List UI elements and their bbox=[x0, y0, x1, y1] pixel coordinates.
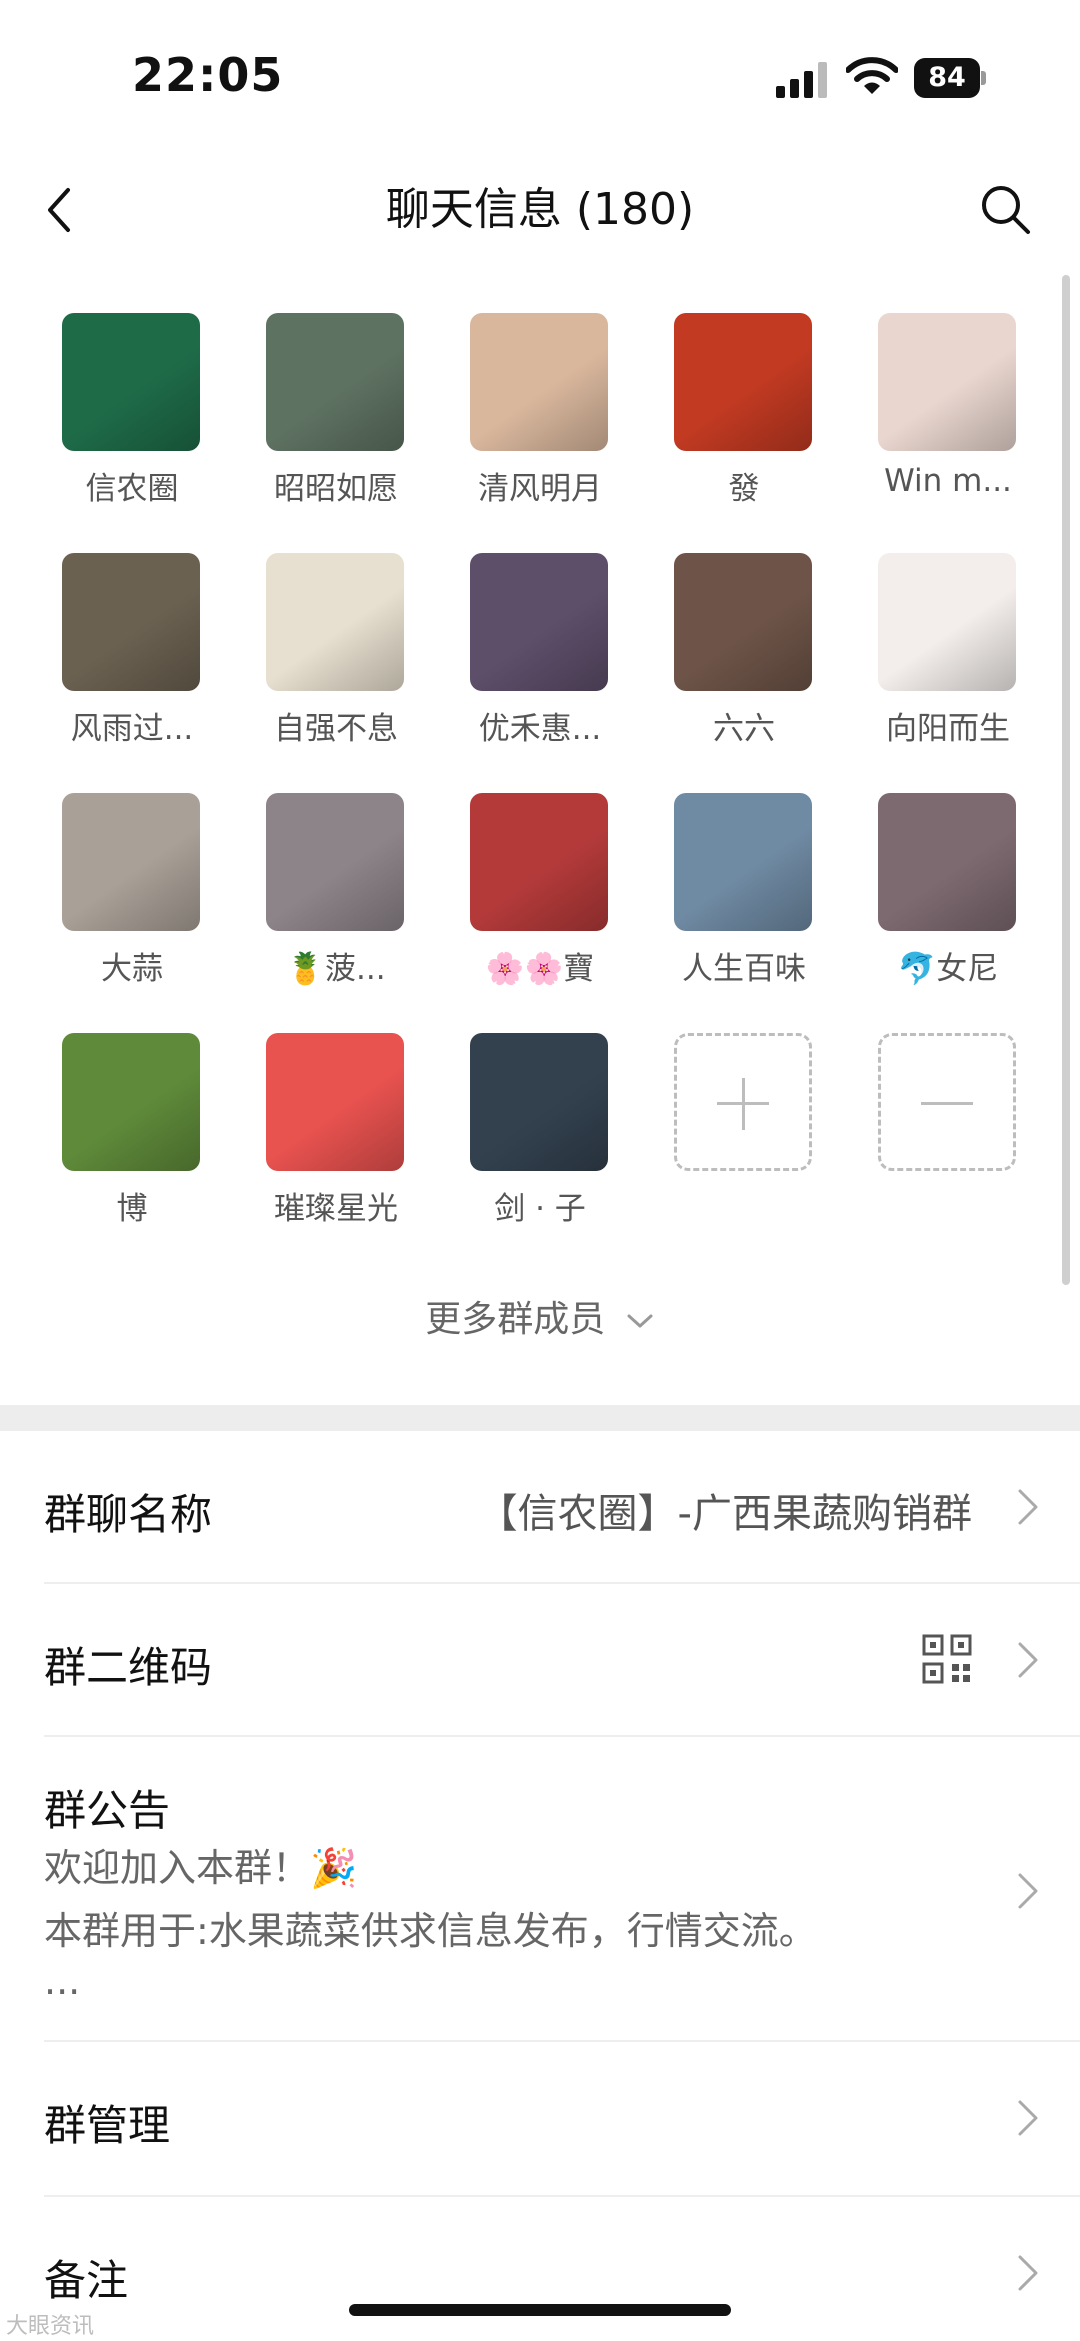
member-avatar[interactable] bbox=[62, 1033, 200, 1171]
group-manage-label: 群管理 bbox=[44, 2101, 171, 2150]
member-avatar[interactable] bbox=[878, 553, 1016, 691]
member-avatar[interactable] bbox=[470, 793, 608, 931]
member-name: 六六 bbox=[713, 711, 775, 747]
member-name: 剑 · 子 bbox=[494, 1191, 586, 1227]
member-name: 璀璨星光 bbox=[274, 1191, 398, 1227]
remove-member-button[interactable] bbox=[846, 1033, 1050, 1233]
member-name: 昭昭如愿 bbox=[274, 471, 398, 507]
member-name: Win m... bbox=[884, 463, 1012, 499]
group-name-value: 【信农圈】-广西果蔬购销群 bbox=[477, 1491, 972, 1537]
member-avatar[interactable] bbox=[62, 313, 200, 451]
member-item[interactable]: 剑 · 子 bbox=[438, 1033, 642, 1233]
notice-line-2: 本群用于:水果蔬菜供求信息发布，行情交流。 bbox=[44, 1909, 817, 1953]
chevron-right-icon bbox=[1018, 1873, 1038, 1909]
group-name-label: 群聊名称 bbox=[44, 1490, 213, 1539]
member-name: 清风明月 bbox=[478, 471, 602, 507]
member-avatar[interactable] bbox=[674, 313, 812, 451]
qr-code-row[interactable]: 群二维码 bbox=[0, 1584, 1080, 1737]
member-item[interactable]: 信农圈 bbox=[30, 313, 234, 513]
member-name: 自强不息 bbox=[274, 711, 398, 747]
minus-icon[interactable] bbox=[878, 1033, 1016, 1171]
signal-icon bbox=[776, 62, 827, 98]
member-item[interactable]: 清风明月 bbox=[438, 313, 642, 513]
page-title: 聊天信息 (180) bbox=[385, 184, 695, 235]
chevron-right-icon bbox=[1018, 2255, 1038, 2291]
battery-level: 84 bbox=[914, 58, 980, 98]
more-members-label: 更多群成员 bbox=[425, 1299, 606, 1340]
member-item[interactable]: 璀璨星光 bbox=[234, 1033, 438, 1233]
chevron-right-icon bbox=[1018, 1642, 1038, 1678]
home-indicator[interactable] bbox=[349, 2304, 731, 2316]
member-avatar[interactable] bbox=[878, 793, 1016, 931]
section-divider bbox=[0, 1405, 1080, 1431]
group-name-row[interactable]: 群聊名称 【信农圈】-广西果蔬购销群 bbox=[0, 1431, 1080, 1584]
group-manage-row[interactable]: 群管理 bbox=[0, 2042, 1080, 2195]
member-avatar[interactable] bbox=[470, 553, 608, 691]
member-name: 🌸🌸寶 bbox=[485, 951, 595, 987]
battery-cap bbox=[981, 71, 986, 85]
member-name: 人生百味 bbox=[682, 951, 806, 987]
watermark: 大眼资讯 bbox=[6, 2314, 95, 2339]
member-item[interactable]: 🍍菠... bbox=[234, 793, 438, 993]
member-item[interactable]: 六六 bbox=[642, 553, 846, 753]
plus-icon[interactable] bbox=[674, 1033, 812, 1171]
member-avatar[interactable] bbox=[266, 793, 404, 931]
qr-code-label: 群二维码 bbox=[44, 1643, 213, 1692]
chevron-right-icon bbox=[1018, 1489, 1038, 1525]
member-avatar[interactable] bbox=[470, 1033, 608, 1171]
group-notice-label: 群公告 bbox=[44, 1786, 171, 1835]
member-item[interactable]: 风雨过... bbox=[30, 553, 234, 753]
member-avatar[interactable] bbox=[878, 313, 1016, 451]
member-name: 信农圈 bbox=[85, 471, 179, 507]
member-name: 风雨过... bbox=[70, 711, 194, 747]
member-item[interactable]: 昭昭如愿 bbox=[234, 313, 438, 513]
member-name: 發 bbox=[728, 471, 760, 507]
chevron-right-icon bbox=[1018, 2100, 1038, 2136]
member-avatar[interactable] bbox=[62, 553, 200, 691]
member-name: 优禾惠... bbox=[478, 711, 602, 747]
status-bar: 22:05 84 bbox=[0, 0, 1080, 150]
status-time: 22:05 bbox=[132, 48, 284, 102]
wifi-icon bbox=[846, 57, 898, 94]
scroll-indicator[interactable] bbox=[1062, 275, 1070, 1285]
search-icon[interactable] bbox=[978, 182, 1032, 236]
battery-icon: 84 bbox=[914, 58, 986, 98]
member-item[interactable]: 向阳而生 bbox=[846, 553, 1050, 753]
member-avatar[interactable] bbox=[266, 1033, 404, 1171]
member-avatar[interactable] bbox=[62, 793, 200, 931]
member-item[interactable]: 博 bbox=[30, 1033, 234, 1233]
member-item[interactable]: 大蒜 bbox=[30, 793, 234, 993]
member-avatar[interactable] bbox=[470, 313, 608, 451]
member-name: 博 bbox=[116, 1191, 148, 1227]
notice-line-1: 欢迎加入本群！🎉 bbox=[44, 1846, 358, 1890]
member-item[interactable]: 自强不息 bbox=[234, 553, 438, 753]
member-avatar[interactable] bbox=[674, 793, 812, 931]
qr-code-icon bbox=[922, 1634, 972, 1684]
member-name: 向阳而生 bbox=[886, 711, 1010, 747]
chevron-down-icon bbox=[627, 1314, 653, 1328]
notice-line-3: ... bbox=[44, 1959, 81, 2003]
member-item[interactable]: 🌸🌸寶 bbox=[438, 793, 642, 993]
remark-label: 备注 bbox=[44, 2256, 129, 2305]
member-item[interactable]: 优禾惠... bbox=[438, 553, 642, 753]
more-members-button[interactable]: 更多群成员 bbox=[0, 1290, 1080, 1342]
member-item[interactable]: 🐬女尼 bbox=[846, 793, 1050, 993]
member-name: 🍍菠... bbox=[286, 951, 386, 987]
member-name: 🐬女尼 bbox=[897, 951, 999, 987]
member-item[interactable]: Win m... bbox=[846, 313, 1050, 513]
remark-row[interactable]: 备注 bbox=[0, 2197, 1080, 2341]
member-avatar[interactable] bbox=[266, 553, 404, 691]
member-avatar[interactable] bbox=[266, 313, 404, 451]
member-name: 大蒜 bbox=[101, 951, 163, 987]
group-notice-row[interactable]: 群公告 欢迎加入本群！🎉 本群用于:水果蔬菜供求信息发布，行情交流。 ... bbox=[0, 1737, 1080, 2040]
member-item[interactable]: 發 bbox=[642, 313, 846, 513]
member-avatar[interactable] bbox=[674, 553, 812, 691]
add-member-button[interactable] bbox=[642, 1033, 846, 1233]
nav-bar: 聊天信息 (180) bbox=[0, 150, 1080, 270]
member-item[interactable]: 人生百味 bbox=[642, 793, 846, 993]
